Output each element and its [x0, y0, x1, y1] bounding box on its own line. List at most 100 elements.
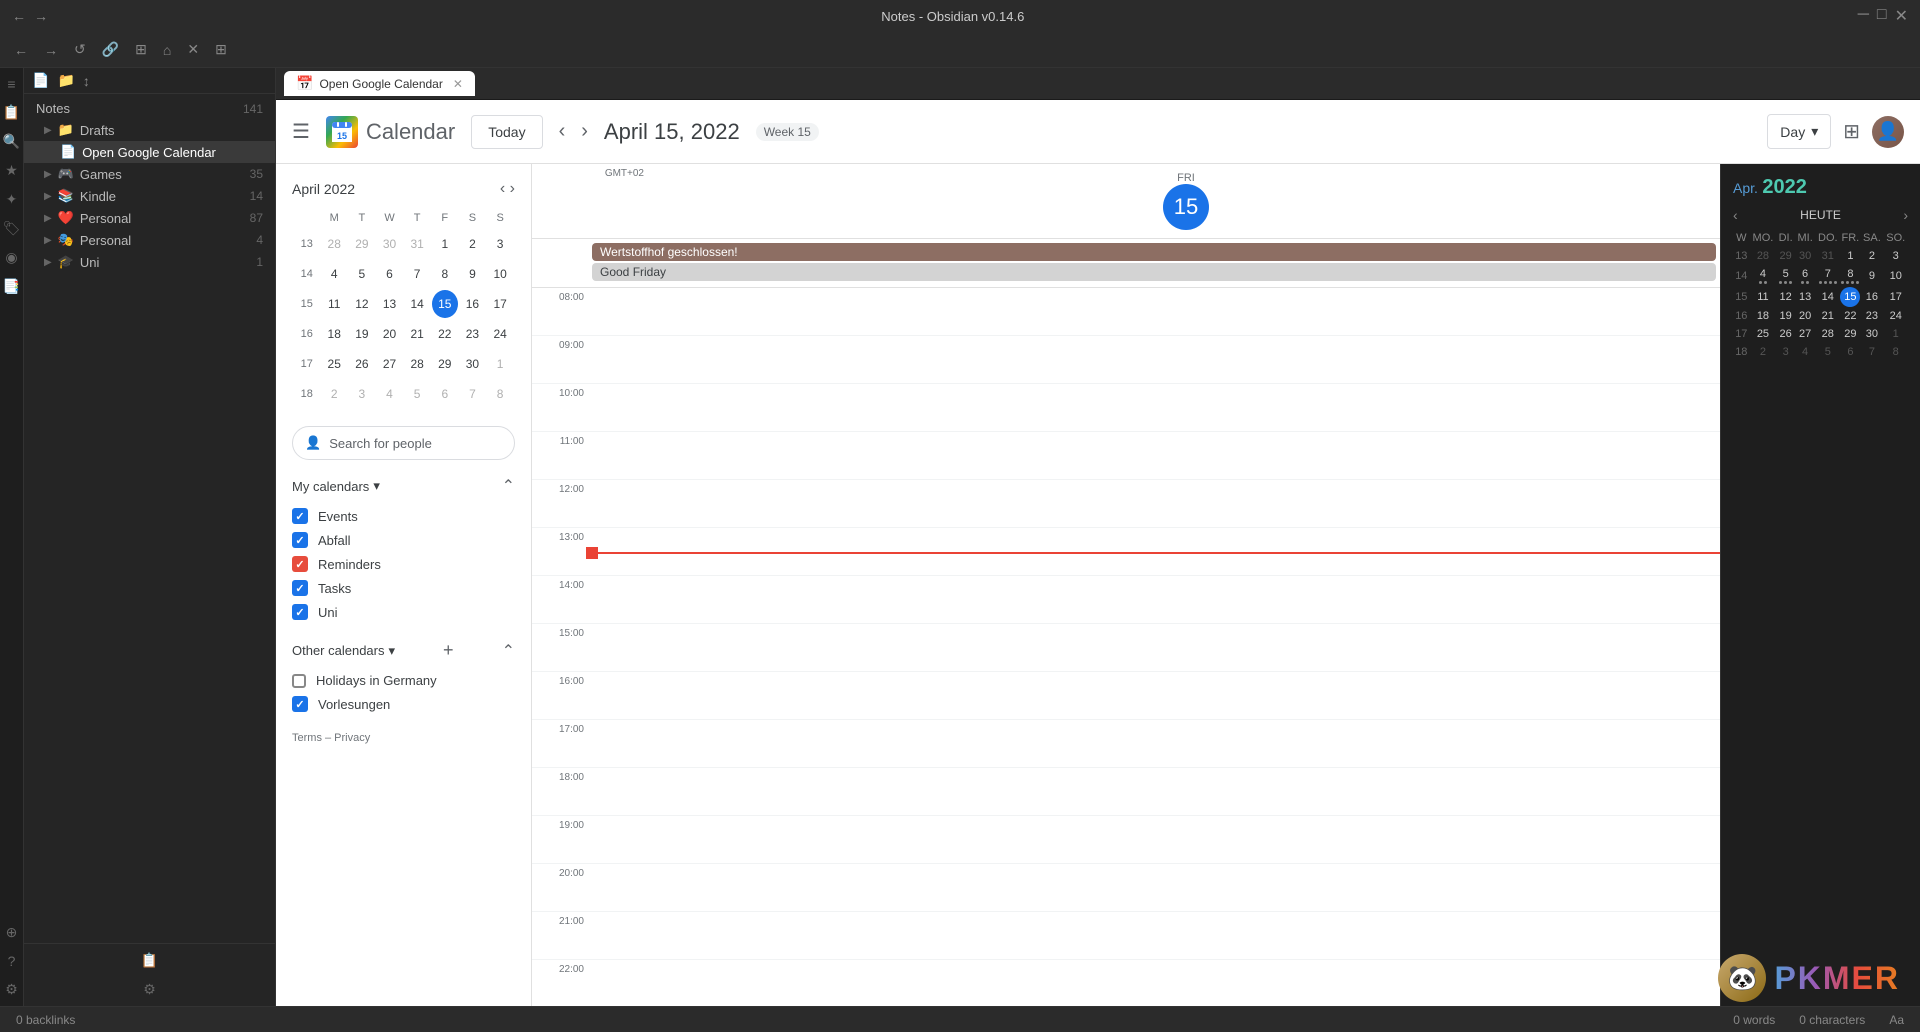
- time-content-1300[interactable]: [592, 528, 1720, 575]
- right-9[interactable]: 9: [1860, 265, 1883, 287]
- notes-root[interactable]: Notes 141: [24, 98, 275, 119]
- right-22[interactable]: 22: [1840, 307, 1860, 325]
- day-17[interactable]: 17: [487, 290, 513, 318]
- left-icon-pages[interactable]: 📑: [3, 278, 20, 295]
- maximize-btn[interactable]: □: [1877, 6, 1887, 26]
- vorlesungen-checkbox[interactable]: [292, 696, 308, 712]
- right-1-may[interactable]: 1: [1883, 325, 1908, 343]
- day-30[interactable]: 30: [460, 350, 486, 378]
- day-4-may[interactable]: 4: [377, 380, 403, 408]
- other-calendars-collapse-btn[interactable]: ⌃: [502, 641, 515, 661]
- day-5[interactable]: 5: [349, 260, 375, 288]
- right-5[interactable]: 5: [1776, 265, 1795, 287]
- new-folder-icon[interactable]: 📁: [57, 72, 74, 89]
- right-24[interactable]: 24: [1883, 307, 1908, 325]
- right-27[interactable]: 27: [1795, 325, 1815, 343]
- day-3-may[interactable]: 3: [349, 380, 375, 408]
- day-27[interactable]: 27: [377, 350, 403, 378]
- right-28-mar[interactable]: 28: [1750, 247, 1777, 265]
- right-13[interactable]: 13: [1795, 287, 1815, 307]
- time-content-2000[interactable]: [592, 864, 1720, 911]
- time-content-1100[interactable]: [592, 432, 1720, 479]
- right-30[interactable]: 30: [1860, 325, 1883, 343]
- cal-item-abfall[interactable]: Abfall: [292, 528, 515, 552]
- day-28-mar[interactable]: 28: [321, 230, 347, 258]
- right-28[interactable]: 28: [1815, 325, 1840, 343]
- day-19[interactable]: 19: [349, 320, 375, 348]
- event-good-friday[interactable]: Good Friday: [592, 263, 1716, 281]
- right-3-may[interactable]: 3: [1776, 343, 1795, 361]
- time-content-1000[interactable]: [592, 384, 1720, 431]
- sidebar-item-templates[interactable]: ▶ 🎭 Personal 4: [24, 229, 275, 251]
- day-22[interactable]: 22: [432, 320, 458, 348]
- right-4-may[interactable]: 4: [1795, 343, 1815, 361]
- left-icon-community[interactable]: ⊕: [6, 924, 18, 941]
- time-content-900[interactable]: [592, 336, 1720, 383]
- toolbar-close-plugin[interactable]: ✕: [181, 37, 205, 62]
- day-14[interactable]: 14: [404, 290, 430, 318]
- right-29-mar[interactable]: 29: [1776, 247, 1795, 265]
- cal-next-btn[interactable]: ›: [581, 120, 588, 143]
- time-content-1500[interactable]: [592, 624, 1720, 671]
- day-15-today[interactable]: 15: [432, 290, 458, 318]
- right-16[interactable]: 16: [1860, 287, 1883, 307]
- day-23[interactable]: 23: [460, 320, 486, 348]
- toolbar-back[interactable]: ←: [8, 38, 34, 62]
- day-16[interactable]: 16: [460, 290, 486, 318]
- day-3[interactable]: 3: [487, 230, 513, 258]
- day-7[interactable]: 7: [404, 260, 430, 288]
- time-content-2100[interactable]: [592, 912, 1720, 959]
- day-12[interactable]: 12: [349, 290, 375, 318]
- today-button[interactable]: Today: [471, 115, 542, 149]
- right-5-may[interactable]: 5: [1815, 343, 1840, 361]
- cal-item-events[interactable]: Events: [292, 504, 515, 528]
- plugin-icon-1[interactable]: 📋: [141, 952, 158, 969]
- sidebar-item-gcal[interactable]: 📄 Open Google Calendar: [24, 141, 275, 163]
- right-31-mar[interactable]: 31: [1815, 247, 1840, 265]
- right-mini-heute[interactable]: HEUTE: [1800, 208, 1841, 222]
- day-30-mar[interactable]: 30: [377, 230, 403, 258]
- view-selector[interactable]: Day ▾: [1767, 114, 1831, 149]
- toolbar-grid[interactable]: ⊞: [209, 37, 233, 62]
- right-29[interactable]: 29: [1840, 325, 1860, 343]
- time-content-1600[interactable]: [592, 672, 1720, 719]
- right-17[interactable]: 17: [1883, 287, 1908, 307]
- user-avatar[interactable]: 👤: [1872, 116, 1904, 148]
- right-4[interactable]: 4: [1750, 265, 1777, 287]
- right-6[interactable]: 6: [1795, 265, 1815, 287]
- mini-cal-next[interactable]: ›: [510, 180, 515, 198]
- cal-item-holidays[interactable]: Holidays in Germany: [292, 669, 515, 692]
- tasks-checkbox[interactable]: [292, 580, 308, 596]
- time-content-1800[interactable]: [592, 768, 1720, 815]
- toolbar-home[interactable]: ⌂: [157, 38, 177, 62]
- terms-text[interactable]: Terms – Privacy: [292, 732, 370, 744]
- cal-item-tasks[interactable]: Tasks: [292, 576, 515, 600]
- day-4[interactable]: 4: [321, 260, 347, 288]
- event-wertstoff[interactable]: Wertstoffhof geschlossen!: [592, 243, 1716, 261]
- my-calendars-collapse-btn[interactable]: ⌃: [502, 476, 515, 496]
- reminders-checkbox[interactable]: [292, 556, 308, 572]
- right-8-may[interactable]: 8: [1883, 343, 1908, 361]
- sidebar-item-drafts[interactable]: ▶ 📁 Drafts: [24, 119, 275, 141]
- day-21[interactable]: 21: [404, 320, 430, 348]
- minimize-btn[interactable]: ─: [1858, 6, 1869, 26]
- day-1[interactable]: 1: [432, 230, 458, 258]
- day-2-may[interactable]: 2: [321, 380, 347, 408]
- abfall-checkbox[interactable]: [292, 532, 308, 548]
- right-21[interactable]: 21: [1815, 307, 1840, 325]
- events-checkbox[interactable]: [292, 508, 308, 524]
- sidebar-item-uni[interactable]: ▶ 🎓 Uni 1: [24, 251, 275, 273]
- day-6[interactable]: 6: [377, 260, 403, 288]
- day-8-may[interactable]: 8: [487, 380, 513, 408]
- day-9[interactable]: 9: [460, 260, 486, 288]
- day-31-mar[interactable]: 31: [404, 230, 430, 258]
- right-18[interactable]: 18: [1750, 307, 1777, 325]
- day-7-may[interactable]: 7: [460, 380, 486, 408]
- right-2[interactable]: 2: [1860, 247, 1883, 265]
- left-icon-starred[interactable]: ★: [5, 162, 18, 179]
- mini-cal-prev[interactable]: ‹: [500, 180, 505, 198]
- right-mini-next[interactable]: ›: [1903, 207, 1908, 223]
- font-size-btn[interactable]: Aa: [1889, 1013, 1904, 1027]
- other-calendars-add-btn[interactable]: +: [443, 640, 454, 661]
- sort-icon[interactable]: ↕: [83, 73, 90, 89]
